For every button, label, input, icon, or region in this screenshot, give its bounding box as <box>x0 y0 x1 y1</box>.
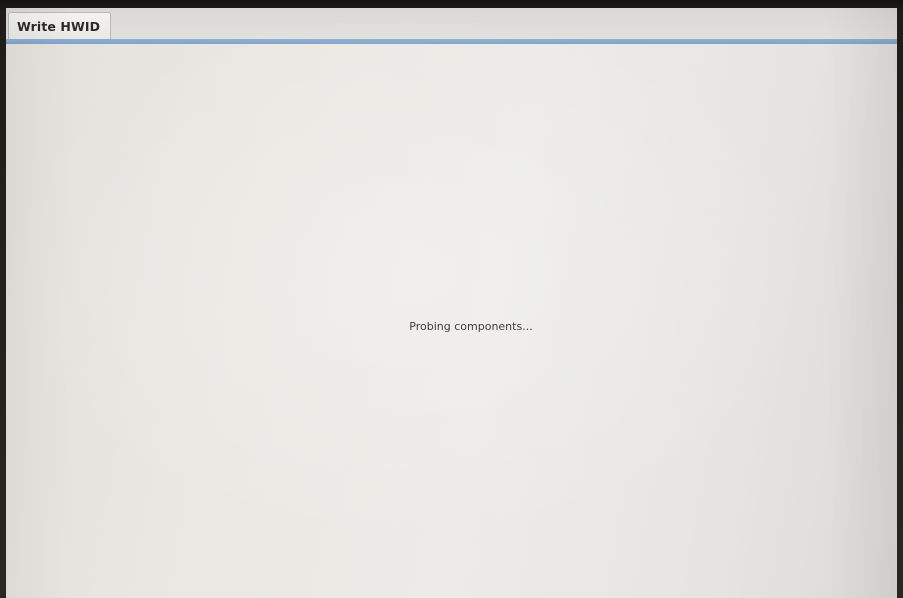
tab-bar: Write HWID <box>6 8 897 42</box>
app-window: Write HWID Probing components... <box>6 8 897 598</box>
tab-label: Write HWID <box>17 18 101 34</box>
photo-frame: Write HWID Probing components... <box>0 0 903 598</box>
status-message: Probing components... <box>409 320 533 333</box>
tab-write-hwid[interactable]: Write HWID <box>8 12 112 39</box>
tab-content-pane: Probing components... <box>6 44 897 598</box>
